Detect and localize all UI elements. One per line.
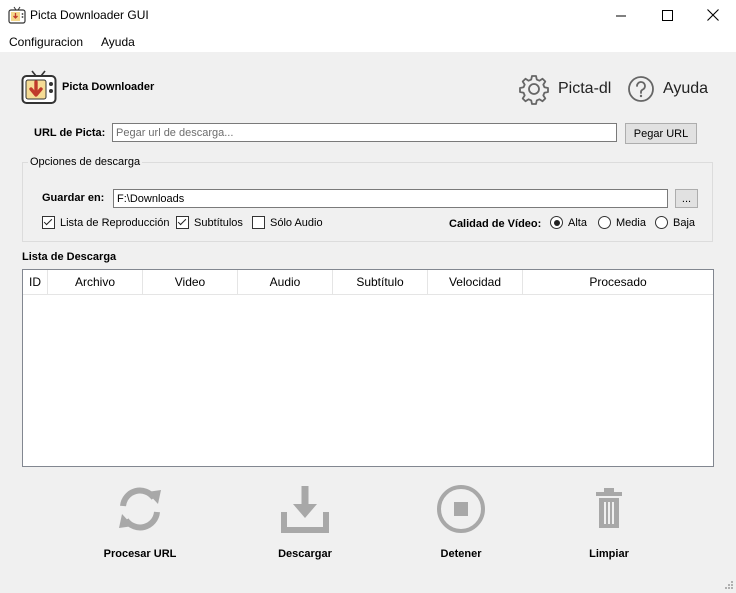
audio-only-checkbox-box[interactable]	[252, 216, 265, 229]
window-title: Picta Downloader GUI	[30, 8, 149, 22]
trash-icon	[596, 488, 622, 528]
process-url-button[interactable]: Procesar URL	[80, 480, 200, 570]
column-header-procesado[interactable]: Procesado	[523, 270, 713, 294]
column-header-subtitulo[interactable]: Subtítulo	[333, 270, 428, 294]
column-header-id[interactable]: ID	[23, 270, 48, 294]
video-quality-label: Calidad de Vídeo:	[449, 218, 542, 230]
app-logo-icon	[21, 69, 57, 105]
url-input[interactable]	[112, 123, 617, 142]
maximize-icon	[661, 9, 673, 21]
audio-only-checkbox-label: Sólo Audio	[270, 216, 323, 229]
url-label: URL de Picta:	[34, 127, 106, 139]
download-label: Descargar	[278, 548, 332, 560]
quality-radio-baja[interactable]: Baja	[655, 216, 695, 229]
quality-radio-baja-label: Baja	[673, 216, 696, 229]
playlist-checkbox-box[interactable]	[42, 216, 55, 229]
picta-dl-button[interactable]: Picta-dl	[518, 72, 611, 106]
audio-only-checkbox[interactable]: Sólo Audio	[252, 216, 323, 229]
quality-radio-media-circle[interactable]	[598, 216, 611, 229]
quality-radio-alta-circle[interactable]	[550, 216, 563, 229]
column-header-audio[interactable]: Audio	[238, 270, 333, 294]
download-list-table[interactable]: ID Archivo Video Audio Subtítulo Velocid…	[22, 269, 714, 467]
save-location-input[interactable]	[113, 189, 668, 208]
download-list-title: Lista de Descarga	[22, 251, 117, 263]
minimize-icon	[615, 15, 626, 16]
stop-circle-icon	[437, 485, 485, 533]
help-label: Ayuda	[663, 80, 709, 97]
resize-grip-icon[interactable]	[722, 578, 734, 590]
subtitles-checkbox-box[interactable]	[176, 216, 189, 229]
quality-radio-media[interactable]: Media	[598, 216, 646, 229]
download-options-title: Opciones de descarga	[28, 156, 143, 168]
maximize-button[interactable]	[644, 0, 690, 30]
column-header-archivo[interactable]: Archivo	[48, 270, 143, 294]
quality-radio-alta-label: Alta	[568, 216, 587, 229]
process-url-label: Procesar URL	[103, 548, 177, 560]
download-button[interactable]: Descargar	[245, 480, 365, 570]
subtitles-checkbox-label: Subtítulos	[194, 216, 243, 229]
menu-ayuda[interactable]: Ayuda	[101, 35, 135, 49]
stop-label: Detener	[440, 548, 482, 560]
clear-label: Limpiar	[589, 548, 629, 560]
help-button[interactable]: Ayuda	[627, 72, 708, 106]
browse-folder-button[interactable]: ...	[675, 189, 698, 208]
column-header-video[interactable]: Video	[143, 270, 238, 294]
playlist-checkbox[interactable]: Lista de Reproducción	[42, 216, 169, 229]
picta-dl-label: Picta-dl	[558, 80, 612, 97]
gear-icon	[519, 75, 549, 105]
playlist-checkbox-label: Lista de Reproducción	[60, 216, 170, 229]
download-tray-icon	[281, 486, 329, 533]
quality-radio-media-label: Media	[616, 216, 646, 229]
clear-button[interactable]: Limpiar	[549, 480, 669, 570]
refresh-icon	[119, 487, 161, 531]
stop-button[interactable]: Detener	[401, 480, 521, 570]
minimize-button[interactable]	[598, 0, 644, 30]
app-tv-icon	[8, 6, 26, 24]
subtitles-checkbox[interactable]: Subtítulos	[176, 216, 243, 229]
save-location-label: Guardar en:	[42, 192, 105, 204]
quality-radio-alta[interactable]: Alta	[550, 216, 587, 229]
quality-radio-baja-circle[interactable]	[655, 216, 668, 229]
close-button[interactable]	[690, 0, 736, 30]
table-header: ID Archivo Video Audio Subtítulo Velocid…	[23, 270, 713, 295]
question-circle-icon	[628, 76, 654, 102]
menu-configuracion[interactable]: Configuracion	[9, 35, 83, 49]
close-icon	[707, 9, 719, 21]
column-header-velocidad[interactable]: Velocidad	[428, 270, 523, 294]
app-name: Picta Downloader	[62, 81, 155, 93]
paste-url-button[interactable]: Pegar URL	[625, 123, 697, 144]
